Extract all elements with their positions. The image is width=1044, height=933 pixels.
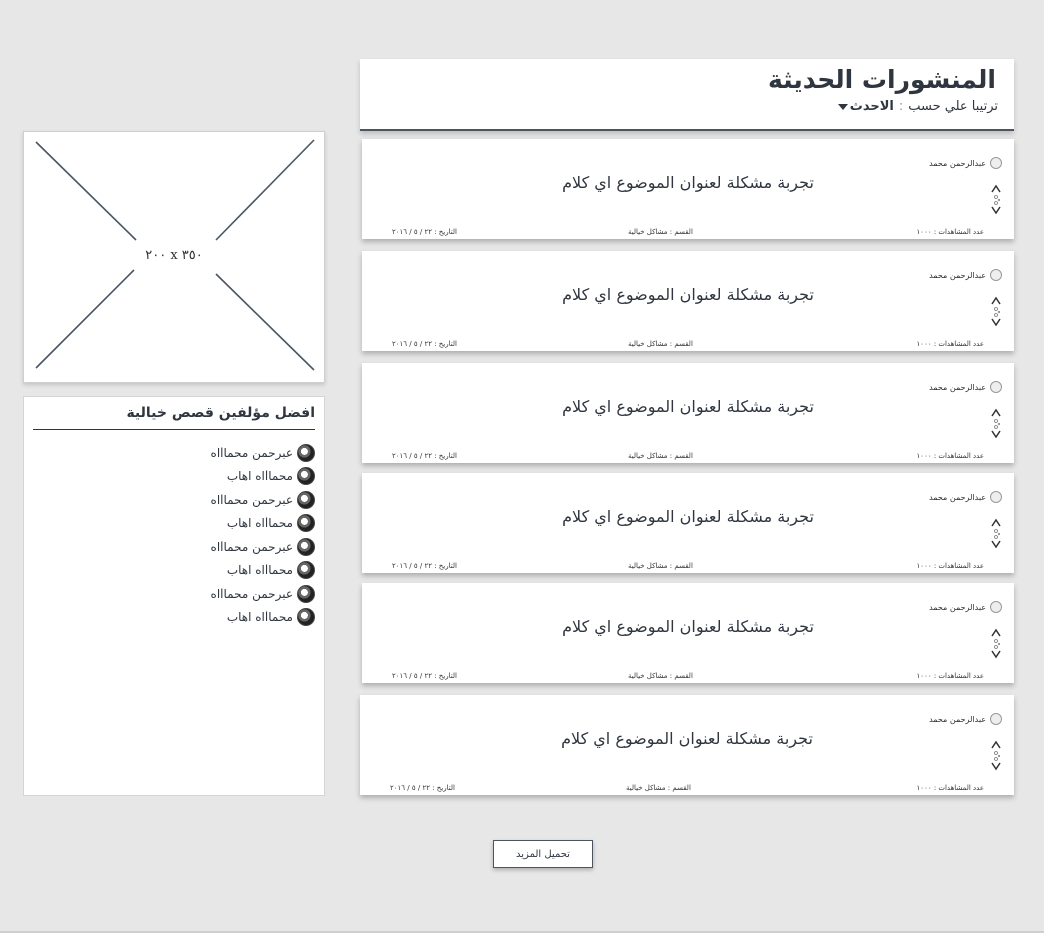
sort-dropdown[interactable]: الاحدث — [837, 99, 894, 114]
avatar-icon — [990, 491, 1002, 503]
author-name: عبرحمن محماlاه — [210, 492, 293, 507]
post-card[interactable]: عبدالرحمن محمد تجربة مشكلة لعنوان الموضو… — [360, 695, 1014, 795]
page-title: المنشورات الحديثة — [768, 65, 996, 94]
top-authors-panel: افضل مؤلفين قصص خيالية عبرحمن محماlاه مح… — [23, 396, 325, 796]
vote-arrows-icon[interactable] — [990, 183, 1002, 215]
recent-posts-header: المنشورات الحديثة ترتيبا علي حسب : الاحد… — [360, 59, 1014, 131]
author-name: عبدالرحمن محمد — [929, 602, 986, 612]
list-item[interactable]: محماlاه اهاب — [211, 465, 315, 489]
vote-arrows-icon[interactable] — [990, 627, 1002, 659]
avatar-icon — [297, 443, 315, 462]
sort-value: الاحدث — [849, 99, 894, 114]
avatar-icon — [297, 608, 315, 627]
list-item[interactable]: عبرحمن محماlاه — [211, 582, 315, 606]
avatar-icon — [297, 514, 315, 533]
post-category[interactable]: القسم : مشاكل خيالية — [628, 452, 693, 460]
list-item[interactable]: عبرحمن محماlاه — [211, 535, 315, 559]
author-name: محماlاه اهاب — [226, 610, 293, 625]
post-title[interactable]: تجربة مشكلة لعنوان الموضوع اي كلام — [362, 285, 1014, 304]
author-name: محماlاه اهاب — [226, 469, 293, 484]
list-item[interactable]: عبرحمن محماlاه — [211, 488, 315, 512]
post-views: عدد المشاهدات : ١٠٠٠ — [916, 784, 984, 792]
avatar-icon — [990, 601, 1002, 613]
avatar-icon — [297, 561, 315, 580]
avatar-icon — [297, 537, 315, 556]
post-category[interactable]: القسم : مشاكل خيالية — [628, 562, 693, 570]
ad-size-label: ٢٠٠ x ٣٥٠ — [141, 248, 207, 263]
post-category[interactable]: القسم : مشاكل خيالية — [628, 672, 693, 680]
post-title[interactable]: تجربة مشكلة لعنوان الموضوع اي كلام — [362, 173, 1014, 192]
post-date: التاريخ : ٢٢ / ٥ / ٢٠١٦ — [390, 784, 455, 792]
triangle-down-icon — [837, 103, 848, 110]
author-name: عبدالرحمن محمد — [929, 492, 986, 502]
post-date: التاريخ : ٢٢ / ٥ / ٢٠١٦ — [392, 340, 457, 348]
post-date: التاريخ : ٢٢ / ٥ / ٢٠١٦ — [392, 452, 457, 460]
list-item[interactable]: محماlاه اهاب — [211, 606, 315, 630]
author-name: عبدالرحمن محمد — [929, 158, 986, 168]
post-title[interactable]: تجربة مشكلة لعنوان الموضوع اي كلام — [360, 729, 1014, 748]
post-date: التاريخ : ٢٢ / ٥ / ٢٠١٦ — [392, 228, 457, 236]
post-title[interactable]: تجربة مشكلة لعنوان الموضوع اي كلام — [362, 617, 1014, 636]
author-name: عبرحمن محماlاه — [210, 445, 293, 460]
post-date: التاريخ : ٢٢ / ٥ / ٢٠١٦ — [392, 672, 457, 680]
ad-placeholder[interactable]: ٢٠٠ x ٣٥٠ — [23, 131, 325, 383]
vote-arrows-icon[interactable] — [990, 295, 1002, 327]
sort-label: ترتيبا علي حسب — [908, 99, 998, 114]
post-category[interactable]: القسم : مشاكل خيالية — [628, 228, 693, 236]
list-item[interactable]: محماlاه اهاب — [211, 512, 315, 536]
post-title[interactable]: تجربة مشكلة لعنوان الموضوع اي كلام — [362, 397, 1014, 416]
post-views: عدد المشاهدات : ١٠٠٠ — [916, 672, 984, 680]
top-authors-list: عبرحمن محماlاه محماlاه اهاب عبرحمن محماl… — [211, 441, 315, 629]
vote-arrows-icon[interactable] — [990, 407, 1002, 439]
post-author[interactable]: عبدالرحمن محمد — [929, 601, 1002, 613]
top-authors-heading: افضل مؤلفين قصص خيالية — [126, 405, 315, 421]
post-card[interactable]: عبدالرحمن محمد تجربة مشكلة لعنوان الموضو… — [362, 363, 1014, 463]
avatar-icon — [990, 713, 1002, 725]
post-card[interactable]: عبدالرحمن محمد تجربة مشكلة لعنوان الموضو… — [362, 251, 1014, 351]
avatar-icon — [990, 269, 1002, 281]
post-author[interactable]: عبدالرحمن محمد — [929, 381, 1002, 393]
list-item[interactable]: محماlاه اهاب — [211, 559, 315, 583]
avatar-icon — [297, 584, 315, 603]
avatar-icon — [297, 490, 315, 509]
post-date: التاريخ : ٢٢ / ٥ / ٢٠١٦ — [392, 562, 457, 570]
post-author[interactable]: عبدالرحمن محمد — [929, 157, 1002, 169]
author-name: عبرحمن محماlاه — [210, 586, 293, 601]
post-category[interactable]: القسم : مشاكل خيالية — [628, 340, 693, 348]
post-author[interactable]: عبدالرحمن محمد — [929, 713, 1002, 725]
avatar-icon — [990, 157, 1002, 169]
post-views: عدد المشاهدات : ١٠٠٠ — [916, 452, 984, 460]
author-name: محماlاه اهاب — [226, 563, 293, 578]
load-more-button[interactable]: تحميل المزيد — [493, 840, 593, 868]
post-card[interactable]: عبدالرحمن محمد تجربة مشكلة لعنوان الموضو… — [362, 473, 1014, 573]
sort-separator: : — [898, 99, 904, 114]
author-name: محماlاه اهاب — [226, 516, 293, 531]
author-name: عبدالرحمن محمد — [929, 714, 986, 724]
author-name: عبرحمن محماlاه — [210, 539, 293, 554]
author-name: عبدالرحمن محمد — [929, 382, 986, 392]
post-card[interactable]: عبدالرحمن محمد تجربة مشكلة لعنوان الموضو… — [362, 139, 1014, 239]
post-author[interactable]: عبدالرحمن محمد — [929, 491, 1002, 503]
divider — [33, 429, 315, 430]
sort-control: ترتيبا علي حسب : الاحدث — [837, 99, 998, 114]
post-category[interactable]: القسم : مشاكل خيالية — [626, 784, 691, 792]
author-name: عبدالرحمن محمد — [929, 270, 986, 280]
avatar-icon — [990, 381, 1002, 393]
list-item[interactable]: عبرحمن محماlاه — [211, 441, 315, 465]
post-views: عدد المشاهدات : ١٠٠٠ — [916, 562, 984, 570]
post-author[interactable]: عبدالرحمن محمد — [929, 269, 1002, 281]
post-views: عدد المشاهدات : ١٠٠٠ — [916, 228, 984, 236]
post-views: عدد المشاهدات : ١٠٠٠ — [916, 340, 984, 348]
vote-arrows-icon[interactable] — [990, 517, 1002, 549]
avatar-icon — [297, 467, 315, 486]
post-card[interactable]: عبدالرحمن محمد تجربة مشكلة لعنوان الموضو… — [362, 583, 1014, 683]
vote-arrows-icon[interactable] — [990, 739, 1002, 771]
post-title[interactable]: تجربة مشكلة لعنوان الموضوع اي كلام — [362, 507, 1014, 526]
